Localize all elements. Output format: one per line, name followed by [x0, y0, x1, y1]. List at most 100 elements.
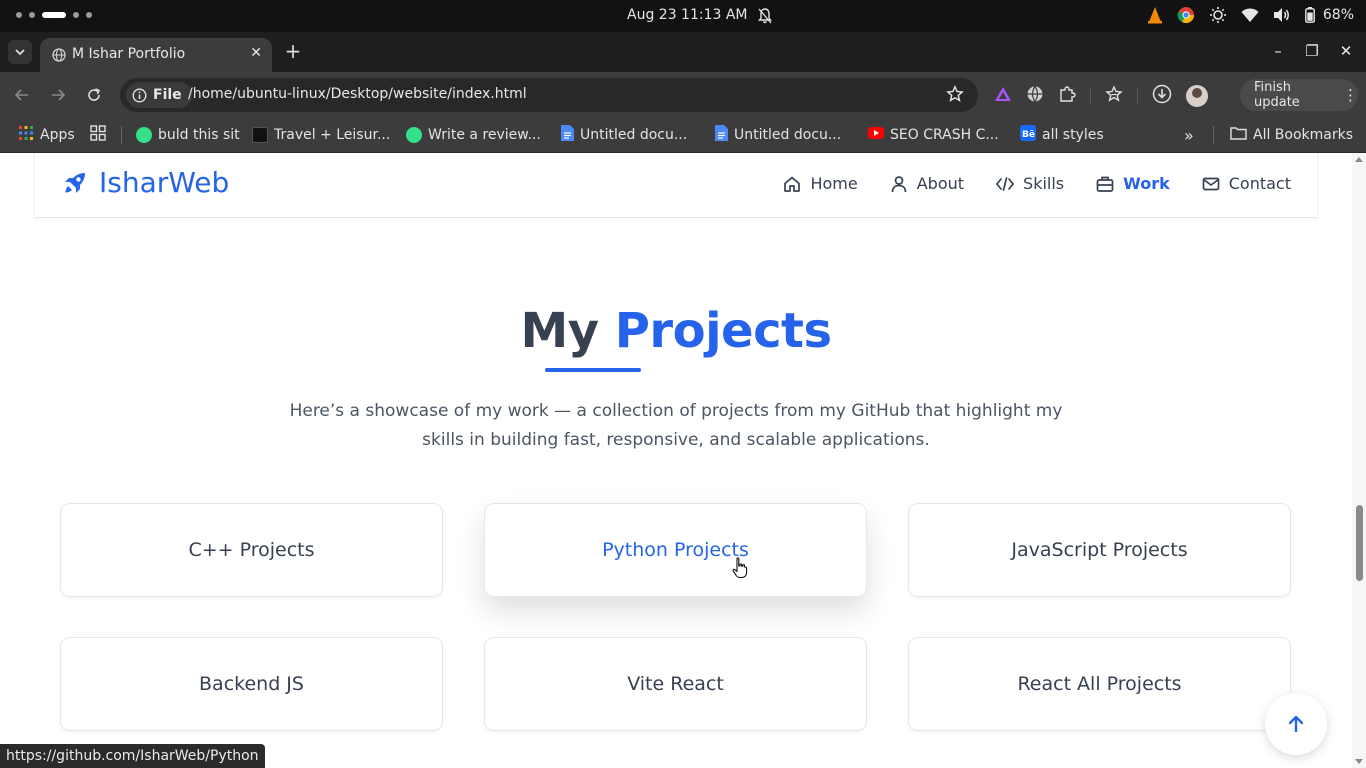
- nav-about-label: About: [916, 174, 965, 193]
- extension-globe-icon[interactable]: [1026, 85, 1044, 107]
- site-logo[interactable]: IsharWeb: [61, 166, 229, 199]
- forward-button[interactable]: [48, 85, 68, 105]
- project-card-vite-react[interactable]: Vite React: [484, 637, 867, 731]
- google-docs-icon: [560, 125, 574, 145]
- reload-button[interactable]: [84, 85, 104, 105]
- bookmark-label: Write a review...: [428, 127, 541, 143]
- url-text[interactable]: /home/ubuntu-linux/Desktop/website/index…: [188, 86, 527, 102]
- project-card-label: JavaScript Projects: [1011, 539, 1188, 561]
- bookmarks-bar: Apps buld this sit Travel + Leisur... Wr…: [0, 118, 1366, 153]
- project-card-javascript[interactable]: JavaScript Projects: [908, 503, 1291, 597]
- back-to-top-button[interactable]: [1265, 693, 1327, 755]
- url-chip-label: File: [153, 87, 182, 103]
- info-icon: [132, 88, 147, 102]
- vlc-icon[interactable]: [1147, 6, 1163, 24]
- nav-work[interactable]: Work: [1096, 174, 1170, 193]
- bookmark-item[interactable]: Travel + Leisur...: [252, 124, 390, 146]
- briefcase-icon: [1096, 176, 1114, 192]
- nav-home-label: Home: [810, 174, 858, 193]
- bookmark-separator: [1213, 126, 1214, 144]
- project-card-label: C++ Projects: [188, 539, 315, 561]
- chrome-icon[interactable]: [1177, 6, 1195, 24]
- system-tray[interactable]: 68%: [1147, 6, 1354, 24]
- home-icon: [784, 176, 801, 192]
- page-viewport: IsharWeb Home About Skills Work Contact: [0, 153, 1352, 768]
- extension-triangle-icon[interactable]: [994, 86, 1012, 106]
- workspace-indicator[interactable]: [16, 12, 92, 18]
- bookmark-star-icon[interactable]: [946, 85, 964, 107]
- reading-list-icon[interactable]: [1105, 85, 1123, 107]
- arrow-up-icon: [1288, 715, 1304, 733]
- address-bar[interactable]: File /home/ubuntu-linux/Desktop/website/…: [120, 78, 978, 112]
- finish-update-label: Finish update: [1254, 80, 1300, 110]
- profile-avatar[interactable]: [1186, 85, 1208, 107]
- volume-icon[interactable]: [1273, 7, 1291, 23]
- bookmark-label: SEO CRASH C...: [890, 127, 999, 143]
- nav-home[interactable]: Home: [783, 174, 858, 193]
- nav-contact[interactable]: Contact: [1202, 174, 1291, 193]
- nav-about[interactable]: About: [890, 174, 964, 193]
- wifi-icon[interactable]: [1241, 7, 1259, 23]
- scroll-up-arrow-icon[interactable]: [1355, 157, 1363, 162]
- project-card-react-all[interactable]: React All Projects: [908, 637, 1291, 731]
- double-chevron-icon: »: [1184, 125, 1194, 145]
- tab-groups-button[interactable]: [90, 124, 106, 146]
- maximize-button[interactable]: ❐: [1304, 42, 1320, 60]
- tab-groups-icon: [90, 125, 106, 145]
- extension-icons: [994, 84, 1208, 108]
- bookmark-item[interactable]: Untitled docu...: [714, 124, 841, 146]
- project-card-cpp[interactable]: C++ Projects: [60, 503, 443, 597]
- rocket-icon: [65, 172, 85, 193]
- brightness-icon[interactable]: [1209, 6, 1227, 24]
- download-icon[interactable]: [1152, 84, 1172, 108]
- projects-heading: My Projects: [0, 303, 1352, 359]
- minimize-button[interactable]: –: [1270, 42, 1286, 60]
- globe-icon: [52, 48, 66, 62]
- scroll-down-arrow-icon[interactable]: [1355, 759, 1363, 764]
- nav-skills[interactable]: Skills: [996, 174, 1064, 193]
- bookmark-label: Untitled docu...: [734, 127, 842, 143]
- battery-icon[interactable]: [1304, 7, 1315, 23]
- bookmark-item[interactable]: Write a review...: [406, 124, 541, 146]
- toolbar-separator: [1090, 87, 1091, 105]
- bookmark-separator: [121, 126, 122, 144]
- tripadvisor-icon: [406, 127, 422, 143]
- nav-contact-label: Contact: [1228, 174, 1291, 193]
- project-card-backend-js[interactable]: Backend JS: [60, 637, 443, 731]
- project-card-label: Python Projects: [602, 539, 749, 561]
- bookmark-item[interactable]: Untitled docu...: [560, 124, 687, 146]
- google-docs-icon: [714, 125, 728, 145]
- new-tab-button[interactable]: +: [282, 40, 304, 62]
- scrollbar-thumb[interactable]: [1356, 505, 1363, 581]
- bookmark-label: Apps: [40, 127, 75, 143]
- all-bookmarks-button[interactable]: All Bookmarks: [1230, 124, 1353, 146]
- toolbar-separator: [1137, 87, 1138, 105]
- site-info-chip[interactable]: File: [126, 82, 192, 108]
- browser-tab-active[interactable]: M Ishar Portfolio ✕: [40, 38, 272, 72]
- heading-underline: [545, 368, 641, 372]
- chevron-down-icon: [15, 49, 25, 56]
- arrow-left-icon: [14, 89, 28, 101]
- bookmark-label: Travel + Leisur...: [274, 127, 391, 143]
- tab-strip: M Ishar Portfolio ✕ + – ❐ ✕: [0, 32, 1366, 72]
- finish-update-button[interactable]: Finish update ⋮: [1240, 79, 1358, 111]
- arrow-right-icon: [52, 89, 66, 101]
- project-card-python[interactable]: Python Projects: [484, 503, 867, 597]
- bookmark-item[interactable]: SEO CRASH C...: [868, 124, 999, 146]
- page-scrollbar[interactable]: [1352, 153, 1366, 768]
- bookmark-item[interactable]: buld this sit: [136, 124, 240, 146]
- close-window-button[interactable]: ✕: [1338, 42, 1354, 60]
- more-bookmarks-button[interactable]: »: [1184, 124, 1194, 146]
- extensions-puzzle-icon[interactable]: [1058, 85, 1076, 107]
- back-button[interactable]: [12, 85, 32, 105]
- system-clock[interactable]: Aug 23 11:13 AM: [627, 7, 748, 23]
- bookmark-apps[interactable]: Apps: [18, 124, 75, 146]
- youtube-icon: [868, 127, 884, 143]
- bookmark-label: Untitled docu...: [580, 127, 688, 143]
- browser-toolbar: File /home/ubuntu-linux/Desktop/website/…: [0, 72, 1366, 118]
- close-tab-icon[interactable]: ✕: [250, 45, 262, 61]
- heading-accent: Projects: [614, 303, 832, 359]
- bookmark-item[interactable]: Bē all styles: [1020, 124, 1104, 146]
- apps-grid-icon: [18, 125, 34, 145]
- tab-search-button[interactable]: [8, 40, 32, 64]
